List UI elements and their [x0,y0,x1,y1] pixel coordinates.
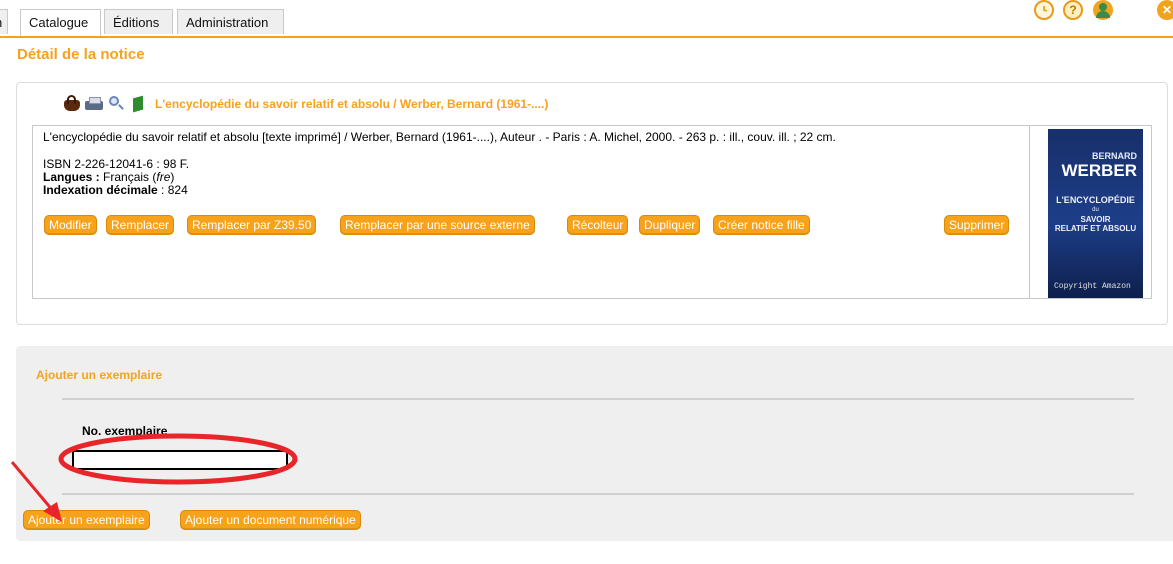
copy-number-label: No. exemplaire [82,424,168,438]
remplacer-source-externe-button[interactable]: Remplacer par une source externe [340,215,535,235]
cover-copyright: Copyright Amazon [1054,282,1131,291]
record-description: L'encyclopédie du savoir relatif et abso… [43,130,836,144]
record-text: L'encyclopédie du savoir relatif et abso… [43,131,836,197]
record-actions: Modifier Remplacer Remplacer par Z39.50 … [44,215,1019,235]
indexation-label: Indexation décimale [43,183,158,197]
record-detail: L'encyclopédie du savoir relatif et abso… [33,126,1030,298]
tab-editions[interactable]: Éditions [104,9,173,34]
cover-title-line3: SAVOIR [1080,215,1111,224]
langues-label: Langues : [43,170,100,184]
cover-author-last: WERBER [1061,161,1137,180]
dupliquer-button[interactable]: Dupliquer [639,215,701,235]
recolteur-button[interactable]: Récolteur [567,215,629,235]
book-icon[interactable] [129,95,147,113]
tab-catalogue[interactable]: Catalogue [20,9,101,36]
cover-title-line4: RELATIF ET ABSOLU [1054,224,1137,233]
main-tab-bar: n Catalogue Éditions Administration [0,0,1173,38]
divider [62,398,1134,400]
record-detail-box: L'encyclopédie du savoir relatif et abso… [32,125,1152,299]
help-icon[interactable]: ? [1063,0,1083,20]
divider [62,493,1134,495]
langues-code: fre [156,170,171,184]
tab-administration[interactable]: Administration [177,9,284,34]
modifier-button[interactable]: Modifier [44,215,97,235]
cover-author-first: BERNARD [1092,151,1137,161]
magnifier-icon[interactable] [107,95,125,113]
record-indexation: Indexation décimale : 824 [43,184,836,197]
indexation-value: : 824 [161,183,188,197]
book-cover-image: BERNARD WERBER L'ENCYCLOPÉDIE du SAVOIR … [1048,129,1143,298]
copy-number-input[interactable] [72,450,288,470]
record-title: L'encyclopédie du savoir relatif et abso… [155,97,549,111]
user-icon[interactable] [1093,0,1113,20]
close-icon[interactable]: ✕ [1157,0,1173,20]
record-header: L'encyclopédie du savoir relatif et abso… [63,94,548,114]
add-digital-document-button[interactable]: Ajouter un document numérique [180,510,361,530]
page-title: Détail de la notice [17,46,145,63]
remplacer-button[interactable]: Remplacer [106,215,175,235]
basket-icon[interactable] [63,95,81,113]
cover-title-line2: du [1092,207,1099,213]
langues-value: Français [103,170,150,184]
add-copy-button[interactable]: Ajouter un exemplaire [23,510,150,530]
remplacer-z3950-button[interactable]: Remplacer par Z39.50 [187,215,317,235]
add-copy-title: Ajouter un exemplaire [36,368,163,382]
tab-partial[interactable]: n [0,9,8,34]
creer-notice-fille-button[interactable]: Créer notice fille [713,215,810,235]
clock-icon[interactable] [1034,0,1054,20]
supprimer-button[interactable]: Supprimer [944,215,1010,235]
add-copy-panel: Ajouter un exemplaire No. exemplaire Ajo… [16,346,1173,541]
record-panel: L'encyclopédie du savoir relatif et abso… [16,82,1168,325]
printer-icon[interactable] [85,95,103,113]
cover-title-line1: L'ENCYCLOPÉDIE [1056,195,1135,205]
